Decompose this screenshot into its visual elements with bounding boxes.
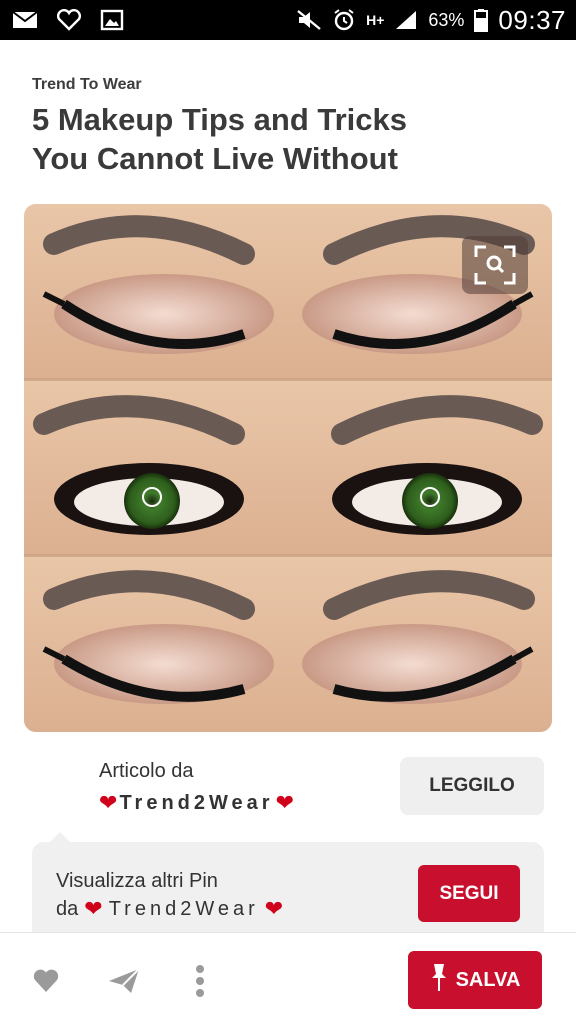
more-pins-prefix: da xyxy=(56,897,79,920)
mail-icon xyxy=(12,10,38,30)
pin-icon xyxy=(430,962,448,998)
heart-icon[interactable] xyxy=(28,963,64,999)
network-type: H+ xyxy=(366,12,385,28)
article-from-label: Articolo da xyxy=(99,760,194,782)
source-name[interactable]: Trend To Wear xyxy=(32,76,142,94)
heart-emoji-icon: ❤ xyxy=(99,790,118,815)
visual-search-icon xyxy=(474,245,516,285)
article-brand-name: Trend2Wear xyxy=(119,791,274,814)
article-title-line1: 5 Makeup Tips and Tricks xyxy=(32,102,408,137)
more-icon[interactable] xyxy=(182,963,218,999)
image-icon xyxy=(100,9,124,31)
more-pins-box: Visualizza altri Pin da ❤ Trend2Wear ❤ S… xyxy=(32,832,544,942)
save-button[interactable]: SALVA xyxy=(408,951,542,1009)
visual-search-button[interactable] xyxy=(462,236,528,294)
more-pins-brand-line: da ❤ Trend2Wear ❤ xyxy=(56,896,283,922)
more-pins-label: Visualizza altri Pin xyxy=(56,870,218,892)
alarm-icon xyxy=(332,8,356,32)
signal-icon xyxy=(394,9,418,31)
save-button-label: SALVA xyxy=(455,968,521,991)
status-right-icons: H+ 63% 09:37 xyxy=(296,5,576,36)
status-bar: H+ 63% 09:37 xyxy=(0,0,576,40)
send-icon[interactable] xyxy=(106,963,142,999)
heart-emoji-icon: ❤ xyxy=(264,896,284,921)
action-bar: SALVA xyxy=(0,932,576,1024)
read-article-button[interactable]: LEGGILO xyxy=(400,757,544,815)
heart-outline-icon xyxy=(56,9,82,31)
article-title[interactable]: 5 Makeup Tips and Tricks You Cannot Live… xyxy=(32,100,472,178)
pin-image[interactable] xyxy=(24,204,552,732)
battery-percent: 63% xyxy=(428,9,465,30)
clock: 09:37 xyxy=(498,4,566,35)
more-pins-brand: Trend2Wear xyxy=(108,897,259,920)
article-brand[interactable]: ❤ Trend2Wear ❤ xyxy=(99,790,294,816)
follow-button[interactable]: SEGUI xyxy=(418,865,520,922)
mute-icon xyxy=(296,9,322,31)
article-title-line2: You Cannot Live Without xyxy=(32,141,398,176)
heart-emoji-icon: ❤ xyxy=(275,790,294,815)
heart-emoji-icon: ❤ xyxy=(84,896,103,921)
pin-card: Trend To Wear 5 Makeup Tips and Tricks Y… xyxy=(0,40,576,942)
status-left-icons xyxy=(0,9,124,31)
battery-icon xyxy=(474,8,489,32)
